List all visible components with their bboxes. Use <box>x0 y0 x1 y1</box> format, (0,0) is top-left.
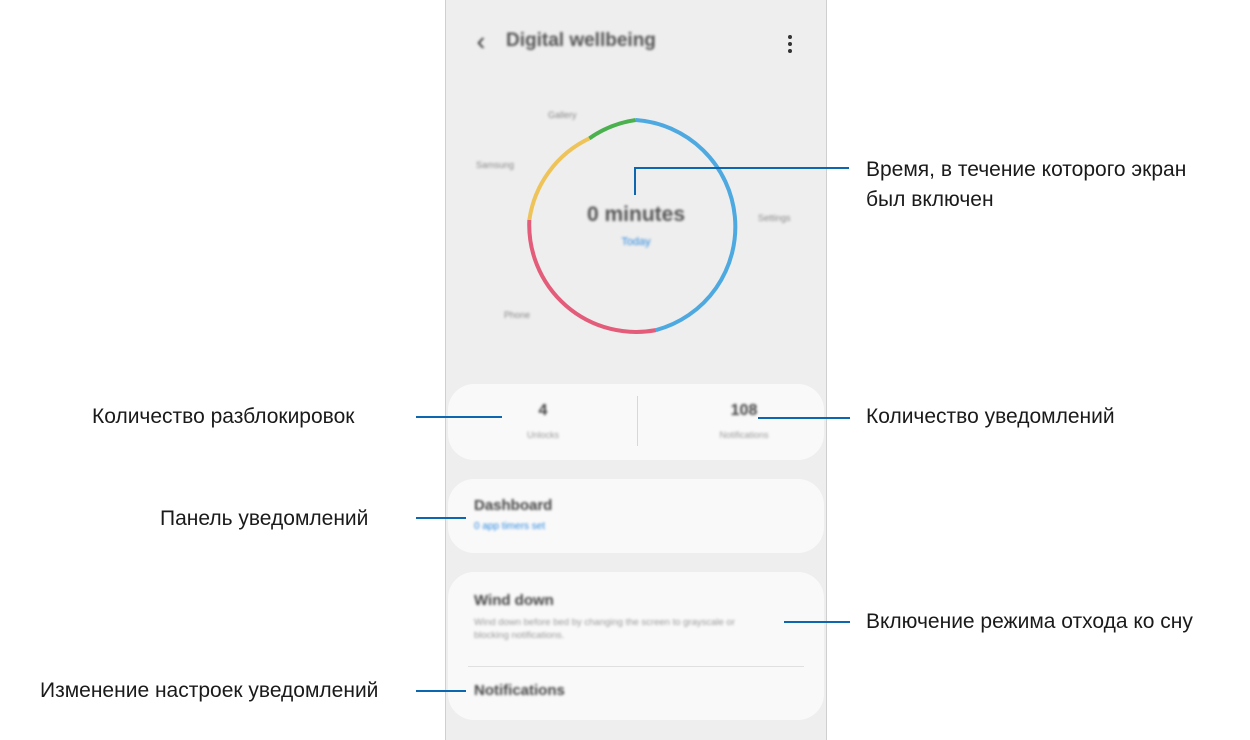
ring-label-settings: Settings <box>758 213 791 223</box>
leader-unlocks <box>416 416 502 418</box>
ring-label-gallery: Gallery <box>548 110 577 120</box>
today-link[interactable]: Today <box>596 236 676 248</box>
callout-notifications-count: Количество уведомлений <box>866 405 1115 428</box>
leader-screen-time-vertical <box>634 167 636 195</box>
callout-notification-settings: Изменение настроек уведомлений <box>40 679 379 702</box>
ring-label-samsung: Samsung <box>476 160 515 170</box>
dashboard-subtitle: 0 app timers set <box>474 521 546 532</box>
notifications-label: Notifications <box>719 430 769 440</box>
stats-divider <box>637 396 638 446</box>
wind-down-title[interactable]: Wind down <box>474 592 554 609</box>
notifications-settings-title[interactable]: Notifications <box>474 682 565 699</box>
screen-time-value: 0 minutes <box>586 203 686 226</box>
phone-screen: ‹ Digital wellbeing Gallery Samsung Sett… <box>445 0 827 740</box>
leader-screen-time <box>634 167 849 169</box>
dashboard-card[interactable]: Dashboard 0 app timers set <box>448 479 824 553</box>
callout-wind-down: Включение режима отхода ко сну <box>866 610 1193 633</box>
ring-segment-green <box>588 118 637 141</box>
callout-unlocks: Количество разблокировок <box>92 405 355 428</box>
leader-notification-settings <box>416 690 466 692</box>
callout-screen-time: Время, в течение которого экран был вклю… <box>866 158 1187 211</box>
dashboard-title: Dashboard <box>474 497 553 514</box>
unlocks-label: Unlocks <box>526 430 559 440</box>
leader-notifications-count <box>758 417 850 419</box>
settings-divider <box>468 666 804 667</box>
usage-ring-chart[interactable] <box>446 0 826 370</box>
ring-label-phone: Phone <box>504 310 531 320</box>
leader-dashboard <box>416 517 466 519</box>
wind-down-description: Wind down before bed by changing the scr… <box>474 617 735 641</box>
callout-dashboard: Панель уведомлений <box>160 507 369 530</box>
leader-wind-down <box>784 621 850 623</box>
settings-card: Wind down Wind down before bed by changi… <box>448 572 824 720</box>
stats-card: 4 Unlocks 108 Notifications <box>448 384 824 460</box>
